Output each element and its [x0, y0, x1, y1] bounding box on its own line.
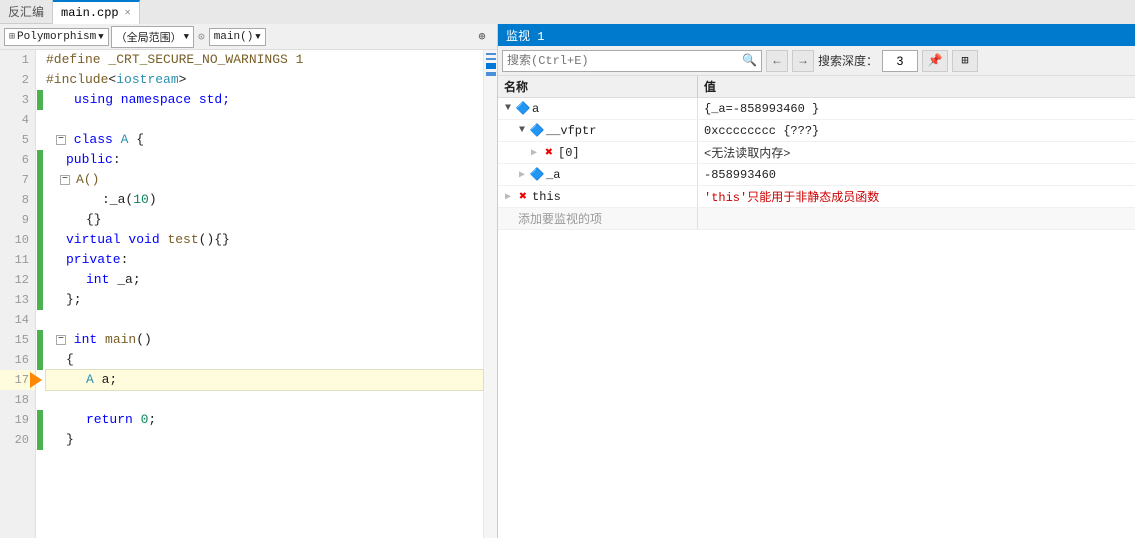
expand-this-icon[interactable]: ▶ — [502, 191, 514, 203]
watch-value-_a: -858993460 — [698, 164, 1135, 185]
watch-search-input[interactable] — [507, 54, 742, 68]
depth-value-input[interactable] — [882, 50, 918, 72]
col-header-value: 值 — [698, 76, 1135, 97]
func-dropdown[interactable]: main() ▼ — [209, 28, 266, 46]
add-watch-value — [698, 208, 1135, 229]
code-line-13: }; — [46, 290, 483, 310]
watch-value-vfptr: 0xcccccccc {???} — [698, 120, 1135, 141]
search-icon: 🔍 — [742, 53, 757, 68]
watch-value-vfptr0: <无法读取内存> — [698, 142, 1135, 163]
fold-15[interactable]: − — [56, 335, 66, 345]
code-line-19: return 0; — [46, 410, 483, 430]
nav-back-btn[interactable]: ← — [766, 50, 788, 72]
polymorphism-dropdown[interactable]: ⊞ Polymorphism ▼ — [4, 28, 109, 46]
scope-dropdown[interactable]: （全局范围） ▼ — [111, 26, 194, 48]
error-vfptr0-icon: ✖ — [542, 146, 556, 160]
code-line-6: public: — [46, 150, 483, 170]
pin-watch-icon[interactable]: 📌 — [922, 50, 948, 72]
func-label: main() — [214, 31, 254, 43]
main-split: ⊞ Polymorphism ▼ （全局范围） ▼ ⊙ main() ▼ ⊕ — [0, 24, 1135, 538]
col-header-name: 名称 — [498, 76, 698, 97]
obj-_a-icon: 🔷 — [530, 168, 544, 182]
code-line-5: − class A { — [46, 130, 483, 150]
breakpoint-bar — [36, 50, 44, 538]
watch-panel: 监视 1 🔍 ← → 搜索深度： 📌 ⊞ 名称 值 — [498, 24, 1135, 538]
watch-name-vfptr: __vfptr — [546, 124, 596, 138]
watch-panel-title: 监视 1 — [506, 27, 544, 44]
code-line-9: {} — [46, 210, 483, 230]
watch-row-_a[interactable]: ▶ 🔷 _a -858993460 — [498, 164, 1135, 186]
watch-name-vfptr0: [0] — [558, 146, 580, 160]
tab-main-cpp-label: main.cpp — [61, 6, 119, 20]
obj-vfptr-icon: 🔷 — [530, 124, 544, 138]
fold-7[interactable]: − — [60, 175, 70, 185]
expand-vfptr0-icon[interactable]: ▶ — [528, 147, 540, 159]
code-line-17: A a; — [46, 370, 483, 390]
watch-value-this: 'this'只能用于非静态成员函数 — [698, 186, 1135, 207]
code-editor: ⊞ Polymorphism ▼ （全局范围） ▼ ⊙ main() ▼ ⊕ — [0, 24, 498, 538]
tab-main-cpp[interactable]: main.cpp ✕ — [53, 0, 140, 24]
code-content: #define _CRT_SECURE_NO_WARNINGS 1 #inclu… — [44, 50, 483, 538]
watch-row-vfptr0[interactable]: ▶ ✖ [0] <无法读取内存> — [498, 142, 1135, 164]
code-line-20: } — [46, 430, 483, 450]
code-line-3: using namespace std; — [46, 90, 483, 110]
code-line-11: private: — [46, 250, 483, 270]
scope-label: （全局范围） — [116, 29, 182, 45]
code-line-1: #define _CRT_SECURE_NO_WARNINGS 1 — [46, 50, 483, 70]
code-line-14 — [46, 310, 483, 330]
watch-value-a: {_a=-858993460 } — [698, 98, 1135, 119]
tab-bar: 反汇编 main.cpp ✕ — [0, 0, 1135, 24]
watch-search-box[interactable]: 🔍 — [502, 50, 762, 72]
polymorphism-label: Polymorphism — [17, 31, 96, 43]
expand-a-icon[interactable]: ▼ — [502, 103, 514, 114]
error-this-icon: ✖ — [516, 190, 530, 204]
code-line-16: { — [46, 350, 483, 370]
obj-a-icon: 🔷 — [516, 102, 530, 116]
watch-tree: ▼ 🔷 a {_a=-858993460 } ▼ 🔷 __vfptr 0xccc… — [498, 98, 1135, 538]
code-line-10: virtual void test(){} — [46, 230, 483, 250]
watch-name-this: this — [532, 190, 561, 204]
watch-row-a[interactable]: ▼ 🔷 a {_a=-858993460 } — [498, 98, 1135, 120]
code-line-12: int _a; — [46, 270, 483, 290]
grid-watch-icon[interactable]: ⊞ — [952, 50, 978, 72]
watch-row-this[interactable]: ▶ ✖ this 'this'只能用于非静态成员函数 — [498, 186, 1135, 208]
code-line-15: − int main() — [46, 330, 483, 350]
code-area[interactable]: 1 2 3 4 5 6 7 8 9 10 11 12 13 14 15 16 1 — [0, 50, 497, 538]
add-watch-label: 添加要监视的项 — [518, 210, 602, 227]
code-line-4 — [46, 110, 483, 130]
watch-row-vfptr[interactable]: ▼ 🔷 __vfptr 0xcccccccc {???} — [498, 120, 1135, 142]
watch-toolbar: 🔍 ← → 搜索深度： 📌 ⊞ — [498, 46, 1135, 76]
code-line-2: #include<iostream> — [46, 70, 483, 90]
pin-icon[interactable]: ⊕ — [471, 27, 493, 47]
depth-label: 搜索深度： — [818, 52, 878, 69]
watch-name-a: a — [532, 102, 539, 116]
watch-name-_a: _a — [546, 168, 560, 182]
code-minimap — [483, 50, 497, 538]
watch-column-headers: 名称 值 — [498, 76, 1135, 98]
watch-panel-header: 监视 1 — [498, 24, 1135, 46]
nav-forward-btn[interactable]: → — [792, 50, 814, 72]
expand-_a-icon[interactable]: ▶ — [516, 169, 528, 181]
code-line-7: − A() — [46, 170, 483, 190]
tab-decompile-label: 反汇编 — [8, 3, 44, 20]
expand-vfptr-icon[interactable]: ▼ — [516, 125, 528, 136]
line-numbers: 1 2 3 4 5 6 7 8 9 10 11 12 13 14 15 16 1 — [0, 50, 36, 538]
editor-toolbar: ⊞ Polymorphism ▼ （全局范围） ▼ ⊙ main() ▼ ⊕ — [0, 24, 497, 50]
fold-5[interactable]: − — [56, 135, 66, 145]
close-icon[interactable]: ✕ — [125, 7, 131, 19]
watch-row-add[interactable]: 添加要监视的项 — [498, 208, 1135, 230]
tab-decompile[interactable]: 反汇编 — [0, 0, 53, 24]
code-line-8: :_a(10) — [46, 190, 483, 210]
code-line-18 — [46, 390, 483, 410]
